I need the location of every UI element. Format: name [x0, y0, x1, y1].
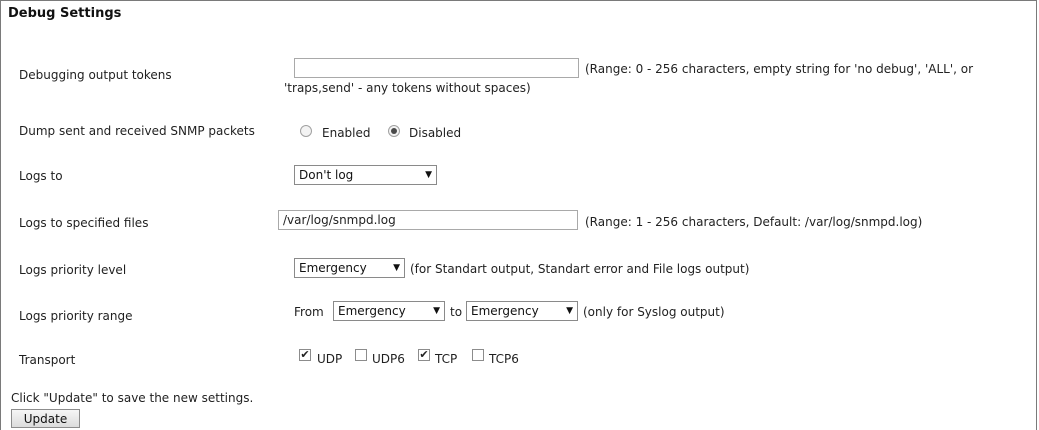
- priority-range-from-value: Emergency: [338, 304, 406, 318]
- dump-enabled-label: Enabled: [322, 126, 371, 140]
- logs-to-label: Logs to: [19, 169, 63, 183]
- transport-udp6-label: UDP6: [372, 352, 405, 366]
- debug-tokens-hint-cont: 'traps,send' - any tokens without spaces…: [284, 81, 531, 95]
- priority-range-label: Logs priority range: [19, 309, 133, 323]
- transport-udp6-checkbox[interactable]: [355, 349, 367, 361]
- priority-level-label: Logs priority level: [19, 263, 127, 277]
- log-files-input[interactable]: [278, 210, 578, 230]
- section-title: Debug Settings: [8, 6, 122, 21]
- transport-udp-checkbox[interactable]: ✔: [299, 349, 311, 361]
- debug-tokens-input[interactable]: [294, 58, 579, 78]
- priority-range-to-value: Emergency: [471, 304, 539, 318]
- log-files-hint: (Range: 1 - 256 characters, Default: /va…: [585, 215, 923, 229]
- dump-enabled-radio[interactable]: [300, 125, 312, 137]
- priority-level-select[interactable]: Emergency ▼: [294, 258, 405, 278]
- chevron-down-icon: ▼: [393, 263, 400, 273]
- log-files-label: Logs to specified files: [19, 216, 149, 230]
- chevron-down-icon: ▼: [433, 306, 440, 316]
- chevron-down-icon: ▼: [566, 306, 573, 316]
- dump-disabled-label: Disabled: [409, 126, 462, 140]
- debug-tokens-hint: (Range: 0 - 256 characters, empty string…: [585, 62, 974, 76]
- priority-range-from-select[interactable]: Emergency ▼: [333, 301, 445, 321]
- priority-range-from-label: From: [294, 305, 324, 319]
- priority-range-to-select[interactable]: Emergency ▼: [466, 301, 578, 321]
- transport-tcp6-label: TCP6: [489, 352, 519, 366]
- transport-tcp-checkbox[interactable]: ✔: [418, 349, 430, 361]
- priority-level-hint: (for Standart output, Standart error and…: [410, 262, 750, 276]
- save-note: Click "Update" to save the new settings.: [11, 391, 254, 405]
- transport-label: Transport: [19, 353, 76, 367]
- priority-range-hint: (only for Syslog output): [583, 305, 725, 319]
- debug-tokens-label: Debugging output tokens: [19, 68, 172, 82]
- transport-udp-label: UDP: [317, 352, 343, 366]
- logs-to-select[interactable]: Don't log ▼: [294, 165, 437, 185]
- update-button[interactable]: Update: [11, 409, 80, 428]
- transport-tcp-label: TCP: [435, 352, 458, 366]
- logs-to-value: Don't log: [299, 168, 354, 182]
- priority-range-to-label: to: [450, 305, 463, 319]
- transport-tcp6-checkbox[interactable]: [472, 349, 484, 361]
- priority-level-value: Emergency: [299, 261, 367, 275]
- dump-packets-label: Dump sent and received SNMP packets: [19, 124, 255, 138]
- dump-disabled-radio[interactable]: [388, 125, 400, 137]
- chevron-down-icon: ▼: [425, 170, 432, 180]
